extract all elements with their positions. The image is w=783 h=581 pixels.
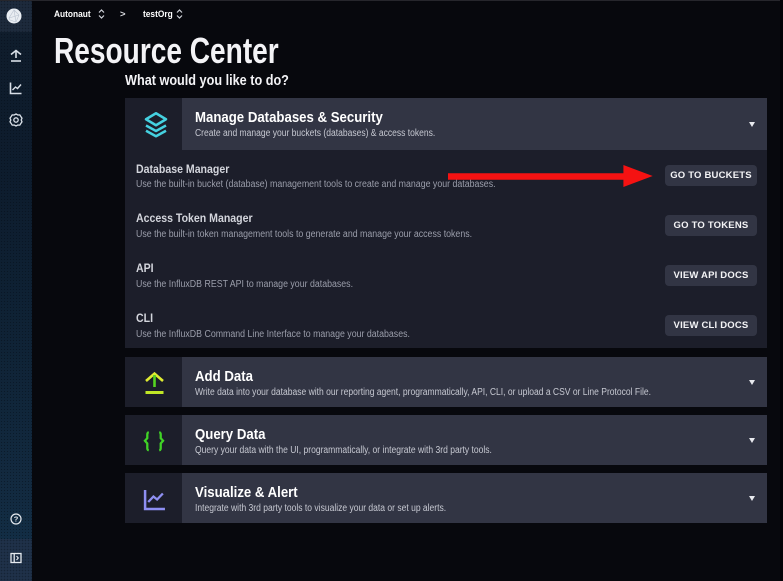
svg-text:?: ? (14, 515, 19, 524)
